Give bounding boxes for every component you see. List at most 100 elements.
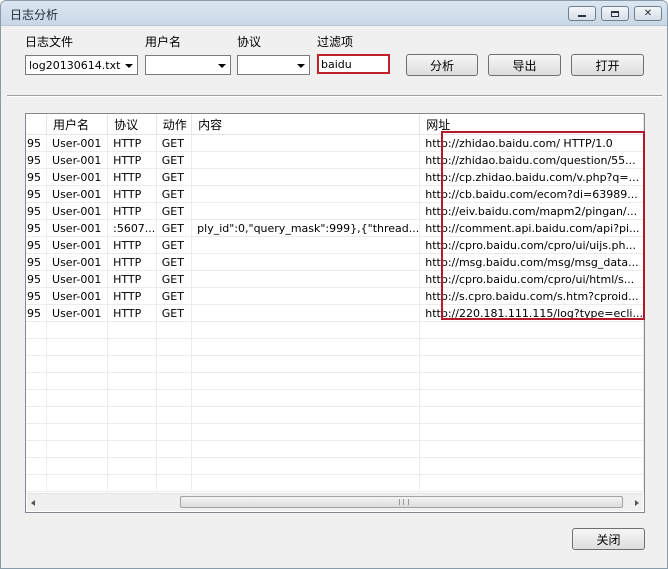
row-content-cell: [191, 168, 421, 186]
column-header-id[interactable]: [26, 114, 48, 135]
row-protocol-cell: HTTP: [107, 134, 157, 152]
protocol-select[interactable]: [237, 55, 310, 75]
table-row[interactable]: 95 User-001 HTTP GET http://cb.baidu.com/eco…: [26, 185, 644, 203]
empty-cell: [419, 321, 644, 339]
row-id-cell: 95: [26, 202, 48, 220]
empty-row: [26, 372, 644, 390]
column-header-protocol[interactable]: 协议: [107, 114, 157, 135]
row-id-cell: 95: [26, 270, 48, 288]
log-file-value: log20130614.txt: [29, 59, 121, 72]
row-protocol-cell: HTTP: [107, 253, 157, 271]
row-id-cell: 95: [26, 253, 48, 271]
close-button[interactable]: 关闭: [572, 528, 645, 550]
row-action-cell: GET: [156, 219, 193, 237]
row-protocol-cell: HTTP: [107, 270, 157, 288]
empty-cell: [156, 355, 193, 373]
empty-cell: [26, 321, 48, 339]
minimize-button[interactable]: [568, 6, 596, 21]
column-header-url[interactable]: 网址: [419, 114, 644, 135]
empty-cell: [419, 423, 644, 441]
row-content-cell: [191, 134, 421, 152]
row-protocol-cell: HTTP: [107, 185, 157, 203]
table-row[interactable]: 95 User-001 HTTP GET http://zhidao.baidu.com…: [26, 134, 644, 152]
table-row[interactable]: 95 User-001 HTTP GET http://220.181.111.115/…: [26, 304, 644, 322]
empty-cell: [191, 389, 421, 407]
table-row[interactable]: 95 User-001 HTTP GET http://msg.baidu.com/ms…: [26, 253, 644, 271]
filter-input[interactable]: [321, 57, 385, 71]
empty-cell: [46, 474, 109, 492]
row-action-cell: GET: [156, 151, 193, 169]
row-content-cell: [191, 287, 421, 305]
column-header-content[interactable]: 内容: [191, 114, 421, 135]
open-button[interactable]: 打开: [571, 54, 644, 76]
row-action-cell: GET: [156, 236, 193, 254]
log-list[interactable]: 用户名 协议 动作 内容 网址 95 User-001 HTTP GET http://…: [25, 113, 645, 513]
row-url-cell: http://eiv.baidu.com/mapm2/pingan/...: [419, 202, 644, 220]
empty-cell: [419, 440, 644, 458]
table-row[interactable]: 95 User-001 HTTP GET http://s.cpro.baidu.com…: [26, 287, 644, 305]
row-protocol-cell: HTTP: [107, 287, 157, 305]
scrollbar-thumb[interactable]: [180, 496, 623, 508]
minimize-icon: [578, 15, 586, 17]
empty-cell: [419, 389, 644, 407]
row-username-cell: User-001: [46, 270, 109, 288]
empty-cell: [156, 372, 193, 390]
empty-cell: [107, 457, 157, 475]
empty-cell: [191, 423, 421, 441]
close-window-button[interactable]: ✕: [634, 6, 662, 21]
export-button[interactable]: 导出: [488, 54, 561, 76]
empty-cell: [191, 321, 421, 339]
row-protocol-cell: HTTP: [107, 202, 157, 220]
table-row[interactable]: 95 User-001 HTTP GET http://cpro.baidu.com/c…: [26, 236, 644, 254]
maximize-button[interactable]: [601, 6, 629, 21]
empty-row: [26, 457, 644, 475]
row-id-cell: 95: [26, 151, 48, 169]
column-header-username[interactable]: 用户名: [46, 114, 109, 135]
scroll-left-icon[interactable]: [31, 500, 35, 506]
empty-cell: [419, 406, 644, 424]
empty-cell: [46, 355, 109, 373]
row-id-cell: 95: [26, 304, 48, 322]
empty-cell: [156, 440, 193, 458]
column-header-action[interactable]: 动作: [156, 114, 193, 135]
table-row[interactable]: 95 User-001:5607... GET ply_id":0,"query_ma…: [26, 219, 644, 237]
empty-cell: [107, 389, 157, 407]
log-file-select[interactable]: log20130614.txt: [25, 55, 138, 75]
empty-cell: [107, 321, 157, 339]
row-id-cell: 95: [26, 236, 48, 254]
table-row[interactable]: 95 User-001 HTTP GET http://cp.zhidao.baidu.…: [26, 168, 644, 186]
empty-row: [26, 423, 644, 441]
row-protocol-cell: :5607...: [107, 219, 157, 237]
row-content-cell: [191, 236, 421, 254]
filter-field[interactable]: [317, 54, 390, 74]
table-row[interactable]: 95 User-001 HTTP GET http://cpro.baidu.com/c…: [26, 270, 644, 288]
horizontal-scrollbar[interactable]: [27, 493, 643, 511]
empty-row: [26, 440, 644, 458]
row-content-cell: [191, 304, 421, 322]
username-select[interactable]: [145, 55, 231, 75]
row-url-cell: http://220.181.111.115/log?type=ecli...: [419, 304, 644, 322]
row-url-cell: http://cpro.baidu.com/cpro/ui/html/s...: [419, 270, 644, 288]
empty-cell: [26, 457, 48, 475]
row-username-cell: User-001: [46, 185, 109, 203]
empty-row: [26, 389, 644, 407]
filter-label: 过滤项: [317, 35, 354, 49]
chevron-down-icon: [125, 64, 133, 68]
table-row[interactable]: 95 User-001 HTTP GET http://eiv.baidu.com/ma…: [26, 202, 644, 220]
table-header: 用户名 协议 动作 内容 网址: [26, 114, 644, 135]
row-action-cell: GET: [156, 270, 193, 288]
table-row[interactable]: 95 User-001 HTTP GET http://zhidao.baidu.com…: [26, 151, 644, 169]
empty-cell: [107, 474, 157, 492]
row-username-cell: User-001: [46, 253, 109, 271]
row-action-cell: GET: [156, 304, 193, 322]
row-url-cell: http://comment.api.baidu.com/api?pi...: [419, 219, 644, 237]
empty-cell: [26, 355, 48, 373]
log-analysis-window: 日志分析 ✕ 日志文件 用户名 协议 过滤项 log20130614.txt 分…: [0, 0, 668, 569]
row-protocol-cell: HTTP: [107, 151, 157, 169]
analyze-button[interactable]: 分析: [406, 54, 478, 76]
scroll-right-icon[interactable]: [635, 500, 639, 506]
row-url-cell: http://zhidao.baidu.com/ HTTP/1.0: [419, 134, 644, 152]
empty-cell: [26, 406, 48, 424]
row-username-cell: User-001: [46, 287, 109, 305]
empty-cell: [156, 406, 193, 424]
